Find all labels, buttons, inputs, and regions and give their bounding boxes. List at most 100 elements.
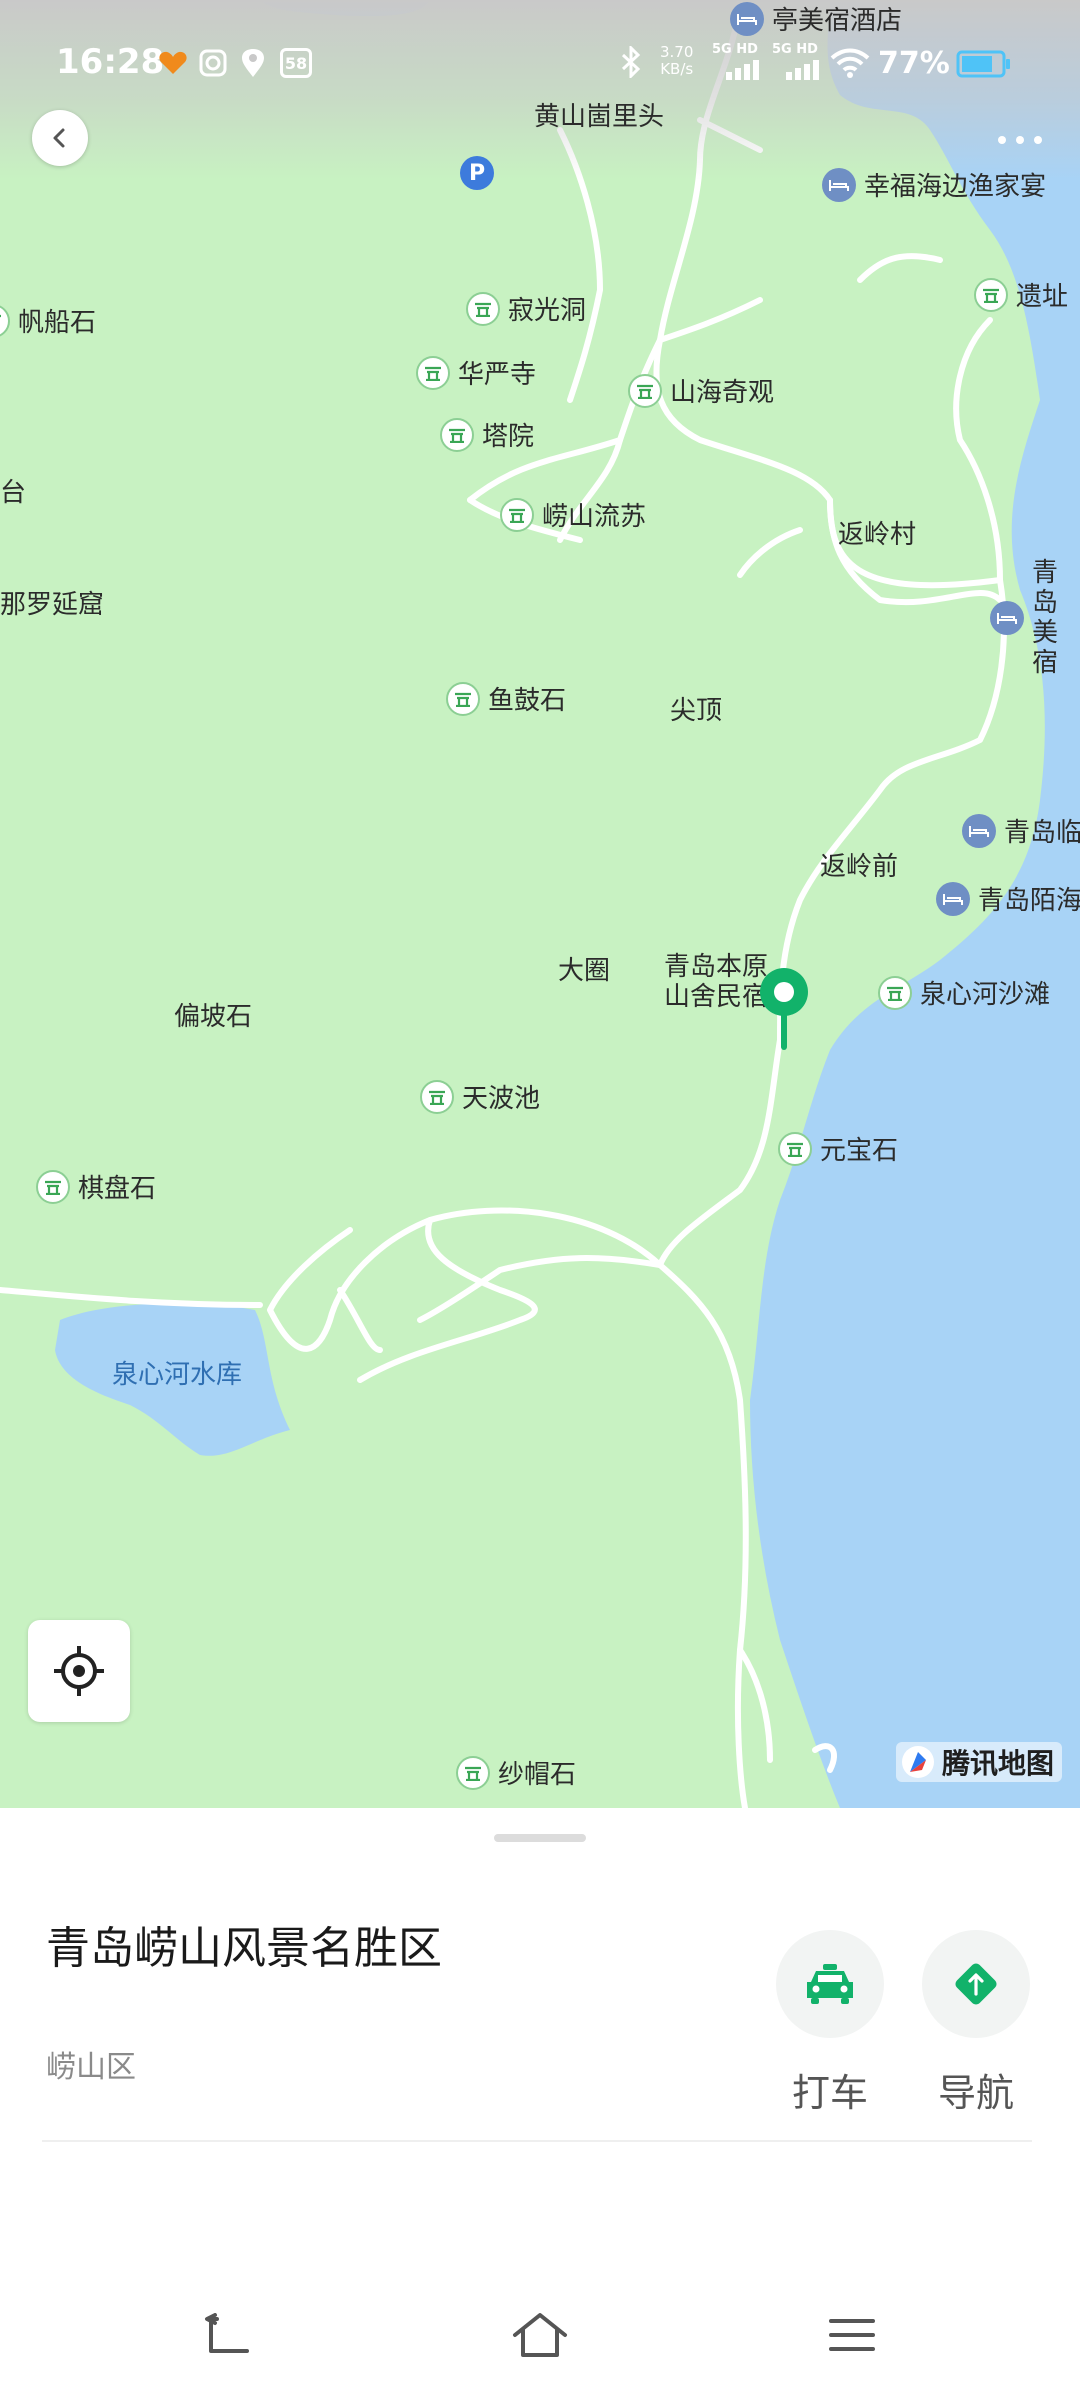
map-brand-label: 腾讯地图 <box>942 1747 1055 1780</box>
crosshair-icon <box>54 1646 104 1696</box>
poi-scenic[interactable]: 天波池 <box>420 1078 540 1115</box>
poi-scenic[interactable]: 帆船石 <box>0 302 96 339</box>
poi-label: 崂山流苏 <box>542 502 647 532</box>
scenic-icon <box>878 975 912 1010</box>
system-nav-bar <box>0 2290 1080 2390</box>
map-base <box>0 0 1080 1808</box>
scenic-icon <box>420 1079 454 1114</box>
poi-label: 青岛陌海 <box>978 886 1080 916</box>
signal-icon <box>726 60 759 80</box>
network-speed-unit: KB/s <box>660 60 694 78</box>
place-district: 崂山区 <box>46 2050 136 2085</box>
more-button[interactable] <box>990 120 1050 160</box>
scenic-icon <box>628 373 662 408</box>
nav-back-button[interactable] <box>188 2300 268 2370</box>
poi-scenic[interactable]: 棋盘石 <box>36 1168 156 1205</box>
poi-label: 青岛美宿 <box>1032 558 1059 678</box>
poi-scenic[interactable]: 华严寺 <box>416 354 536 391</box>
menu-icon <box>829 2319 875 2351</box>
scenic-icon <box>446 681 480 716</box>
divider <box>42 2140 1032 2142</box>
back-arrow-icon <box>205 2313 249 2353</box>
place-label: 山舍民宿 <box>664 982 769 1012</box>
map-brand: 腾讯地图 <box>896 1742 1063 1782</box>
poi-hotel[interactable]: 青岛美宿 <box>990 558 1080 678</box>
sheet-drag-handle[interactable] <box>494 1834 586 1842</box>
poi-label: 幸福海边渔家宴 <box>864 172 1047 202</box>
hotel-icon <box>990 601 1024 635</box>
wifi-icon <box>830 48 870 78</box>
camera-icon <box>199 49 227 77</box>
bluetooth-icon <box>621 46 641 78</box>
poi-label: 山海奇观 <box>670 378 775 408</box>
parking-icon[interactable]: P <box>460 156 494 190</box>
poi-label: 寂光洞 <box>508 296 587 326</box>
poi-scenic[interactable]: 鱼鼓石 <box>446 680 566 717</box>
taxi-button[interactable]: 打车 <box>775 1930 885 2117</box>
poi-label: 元宝石 <box>820 1136 899 1166</box>
scenic-icon <box>0 303 10 338</box>
poi-label: 华严寺 <box>458 360 537 390</box>
navigate-icon <box>955 1963 997 2005</box>
map-view[interactable]: 黄山崮里头 返岭村 那罗延窟 尖顶 返岭前 大圈 偏坡石 青岛本原 山舍民宿 台… <box>0 0 1080 1808</box>
place-label: 台 <box>0 478 27 508</box>
poi-label: 塔院 <box>482 422 535 452</box>
scenic-icon <box>466 291 500 326</box>
poi-scenic[interactable]: 寂光洞 <box>466 290 586 327</box>
poi-scenic[interactable]: 纱帽石 <box>456 1754 576 1791</box>
navigate-button-circle <box>922 1930 1030 2038</box>
poi-scenic[interactable]: 遗址 <box>974 276 1068 313</box>
scenic-icon <box>416 355 450 390</box>
poi-hotel[interactable]: 青岛临 <box>962 812 1080 849</box>
navigate-label: 导航 <box>937 2071 1014 2115</box>
poi-scenic[interactable]: 崂山流苏 <box>500 496 646 533</box>
clock: 16:28 <box>56 42 165 82</box>
battery-percent: 77% <box>878 46 950 81</box>
poi-label: 遗址 <box>1016 282 1069 312</box>
navigate-button[interactable]: 导航 <box>921 1930 1031 2117</box>
reservoir-label: 泉心河水库 <box>112 1360 243 1390</box>
poi-hotel[interactable]: 幸福海边渔家宴 <box>822 166 1046 203</box>
place-label: 尖顶 <box>670 696 723 726</box>
sim1-label: 5G HD <box>712 42 758 57</box>
poi-label: 棋盘石 <box>78 1174 157 1204</box>
taxi-button-circle <box>776 1930 884 2038</box>
place-label: 返岭前 <box>820 852 899 882</box>
nav-home-button[interactable] <box>500 2300 580 2370</box>
hotel-icon <box>936 881 970 916</box>
scenic-icon <box>500 497 534 532</box>
scenic-icon <box>36 1169 70 1204</box>
hotel-icon <box>822 167 856 202</box>
place-title: 青岛崂山风景名胜区 <box>46 1923 442 1974</box>
locate-me-button[interactable] <box>28 1620 130 1722</box>
network-speed: 3.70 KB/s <box>660 44 693 78</box>
scenic-icon <box>440 417 474 452</box>
heart-icon <box>159 51 187 74</box>
poi-label: 帆船石 <box>18 308 97 338</box>
poi-scenic[interactable]: 山海奇观 <box>628 372 774 409</box>
poi-scenic[interactable]: 塔院 <box>440 416 534 453</box>
nav-menu-button[interactable] <box>812 2300 892 2370</box>
back-button[interactable] <box>32 110 88 166</box>
poi-scenic[interactable]: 元宝石 <box>778 1130 898 1167</box>
poi-scenic[interactable]: 泉心河沙滩 <box>878 974 1050 1011</box>
more-icon <box>998 136 1042 144</box>
poi-label: 青岛临 <box>1004 818 1080 848</box>
location-icon <box>242 49 264 77</box>
place-label: 偏坡石 <box>174 1002 253 1032</box>
poi-label: 天波池 <box>462 1084 541 1114</box>
chevron-left-icon <box>53 128 65 148</box>
scenic-icon <box>456 1755 490 1790</box>
signal-icon <box>786 60 819 80</box>
battery-icon <box>956 50 1010 78</box>
poi-hotel[interactable]: 青岛陌海 <box>936 880 1080 917</box>
place-label: 返岭村 <box>838 520 917 550</box>
hotel-icon <box>962 813 996 848</box>
location-marker-icon[interactable] <box>756 964 812 1054</box>
poi-label: 鱼鼓石 <box>488 686 567 716</box>
sim2-label: 5G HD <box>772 42 818 57</box>
app-58-icon: 58 <box>280 48 312 78</box>
status-bar: 16:28 58 3.70 KB/s 5G HD 5G HD 77% <box>0 0 1080 120</box>
scenic-icon <box>974 277 1008 312</box>
taxi-label: 打车 <box>791 2071 868 2115</box>
